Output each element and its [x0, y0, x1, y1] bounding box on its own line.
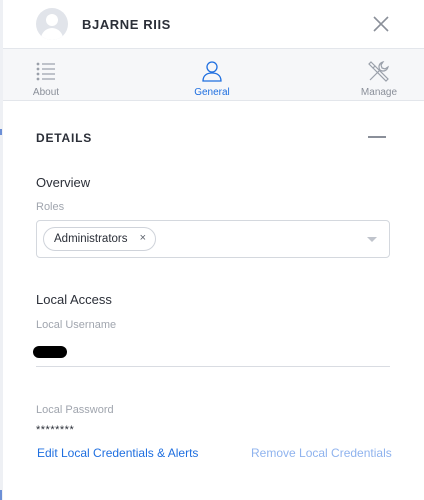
tab-about-label: About — [32, 87, 60, 98]
user-icon — [202, 61, 222, 82]
roles-label: Roles — [36, 201, 65, 213]
local-username-label: Local Username — [36, 319, 117, 331]
user-name: BJARNE RIIS — [82, 17, 171, 32]
local-username-value-redacted — [33, 346, 67, 358]
overview-title: Overview — [36, 175, 91, 190]
collapse-icon[interactable] — [368, 136, 386, 138]
remove-credentials-link[interactable]: Remove Local Credentials — [251, 446, 392, 460]
tools-icon — [368, 61, 389, 82]
role-chip: Administrators × — [43, 227, 156, 251]
tab-general[interactable]: General — [167, 49, 257, 101]
role-chip-label: Administrators — [54, 233, 128, 245]
chip-remove-icon[interactable]: × — [140, 232, 146, 244]
panel-header: BJARNE RIIS — [3, 0, 424, 48]
avatar — [36, 8, 68, 40]
tab-general-label: General — [194, 87, 230, 98]
list-icon — [36, 62, 55, 81]
local-access-title: Local Access — [36, 292, 112, 307]
edge-indicator — [0, 129, 2, 135]
local-password-value: ******** — [36, 424, 75, 436]
avatar-body — [41, 28, 63, 40]
tab-about[interactable]: About — [1, 49, 91, 101]
chevron-down-icon[interactable] — [367, 237, 377, 242]
avatar-head — [46, 14, 58, 26]
edge-indicator-bottom — [0, 490, 2, 500]
close-icon — [373, 16, 389, 32]
details-heading: DETAILS — [36, 131, 93, 145]
local-password-label: Local Password — [36, 404, 114, 416]
edit-credentials-link[interactable]: Edit Local Credentials & Alerts — [37, 446, 198, 460]
roles-select[interactable]: Administrators × — [36, 220, 390, 258]
tab-bar: About General Manage — [3, 48, 424, 101]
close-button[interactable] — [371, 14, 391, 34]
username-divider — [36, 366, 390, 367]
tab-manage-label: Manage — [360, 87, 398, 98]
tab-manage[interactable]: Manage — [334, 49, 424, 101]
